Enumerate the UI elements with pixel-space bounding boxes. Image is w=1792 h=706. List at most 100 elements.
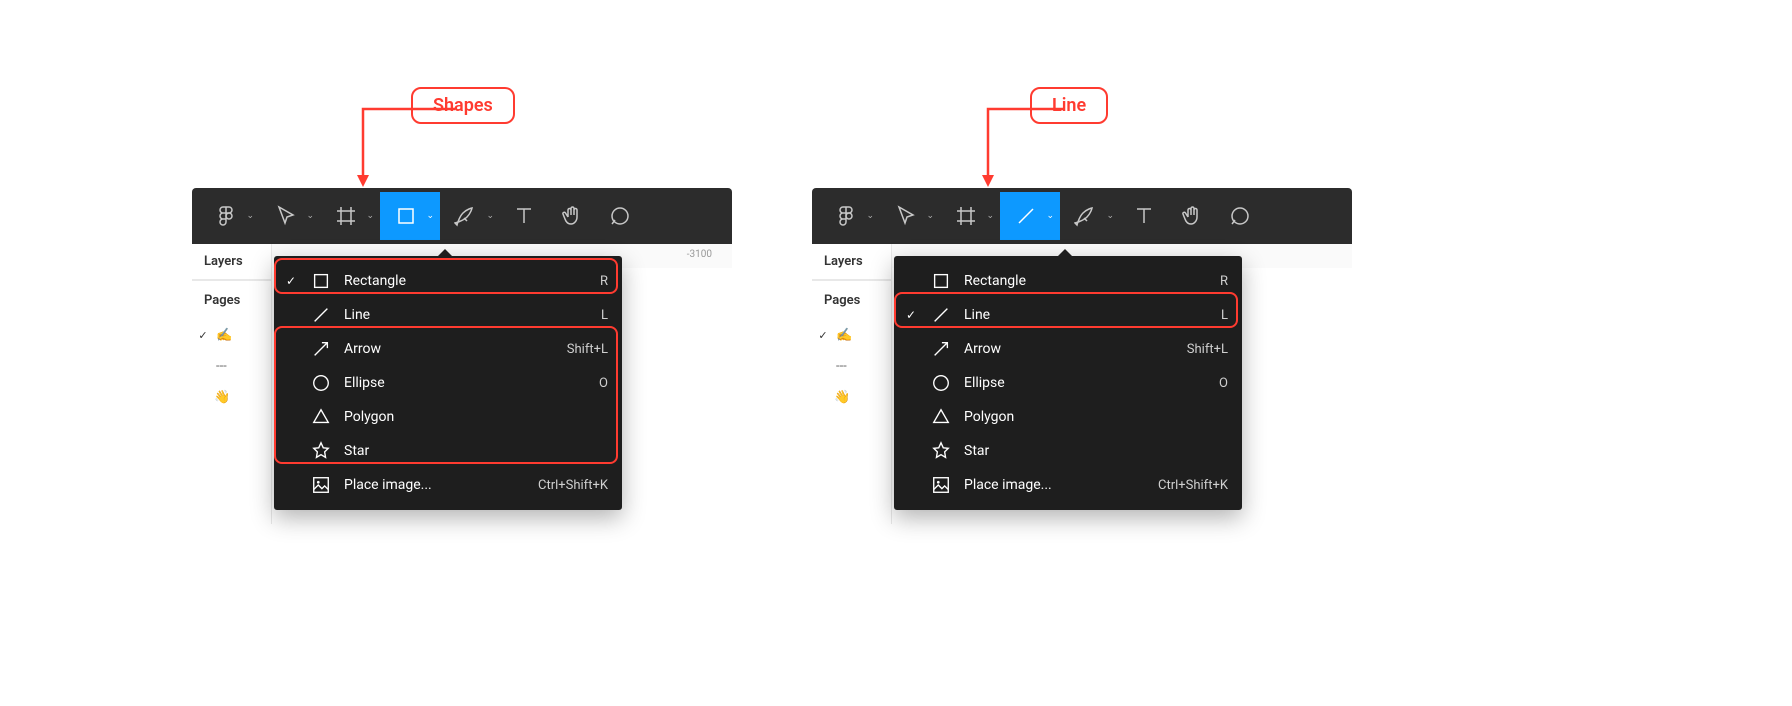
menu-item-label: Ellipse bbox=[344, 375, 587, 391]
shape-menu-item-star[interactable]: Star bbox=[894, 434, 1242, 468]
shape-menu-item-arrow[interactable]: ArrowShift+L bbox=[894, 332, 1242, 366]
line-icon bbox=[930, 304, 952, 326]
star-icon bbox=[930, 440, 952, 462]
menu-item-shortcut: R bbox=[1220, 274, 1228, 289]
line-icon bbox=[1014, 204, 1038, 228]
chevron-down-icon: ⌄ bbox=[866, 211, 874, 221]
shape-tool-button[interactable]: ⌄ bbox=[1000, 192, 1060, 240]
chevron-down-icon: ⌄ bbox=[246, 211, 254, 221]
move-tool-button[interactable]: ⌄ bbox=[260, 192, 320, 240]
text-tool-button[interactable] bbox=[500, 192, 548, 240]
polygon-icon bbox=[930, 406, 952, 428]
shape-menu-item-ellipse[interactable]: Ellipse O bbox=[274, 366, 622, 400]
image-icon bbox=[310, 474, 332, 496]
figma-screenshot-right: ⌄ ⌄ ⌄ ⌄ ⌄ Layers Pages bbox=[812, 188, 1352, 524]
shape-menu-item-ellipse[interactable]: Ellipse O bbox=[894, 366, 1242, 400]
menu-item-shortcut: Ctrl+Shift+K bbox=[1158, 478, 1228, 493]
frame-tool-button[interactable]: ⌄ bbox=[320, 192, 380, 240]
arrow-icon bbox=[930, 338, 952, 360]
hand-tool-button[interactable] bbox=[548, 192, 596, 240]
menu-item-label: Ellipse bbox=[964, 375, 1207, 391]
checkmark-icon: ✓ bbox=[196, 329, 210, 342]
figma-menu-button[interactable]: ⌄ bbox=[820, 192, 880, 240]
menu-item-label: Polygon bbox=[964, 409, 1216, 425]
checkmark-icon: ✓ bbox=[284, 274, 298, 288]
figma-screenshot-left: ⌄ ⌄ ⌄ ⌄ ⌄ Layers Pages bbox=[192, 188, 732, 524]
pen-icon bbox=[1074, 204, 1098, 228]
chevron-down-icon: ⌄ bbox=[926, 211, 934, 221]
shape-menu-item-image[interactable]: Place image...Ctrl+Shift+K bbox=[274, 468, 622, 502]
hand-tool-button[interactable] bbox=[1168, 192, 1216, 240]
rectangle-icon bbox=[394, 204, 418, 228]
layers-tab[interactable]: Layers bbox=[812, 244, 891, 280]
chevron-down-icon: ⌄ bbox=[1106, 211, 1114, 221]
shape-menu-item-polygon[interactable]: Polygon bbox=[894, 400, 1242, 434]
frame-icon bbox=[334, 204, 358, 228]
menu-item-label: Arrow bbox=[344, 341, 555, 357]
annotation-shapes: Shapes bbox=[411, 87, 515, 124]
move-tool-button[interactable]: ⌄ bbox=[880, 192, 940, 240]
page-emoji-icon: ✍️ bbox=[836, 328, 852, 343]
comment-tool-button[interactable] bbox=[1216, 192, 1264, 240]
shape-menu-item-image[interactable]: Place image... Ctrl+Shift+K bbox=[894, 468, 1242, 502]
figma-menu-button[interactable]: ⌄ bbox=[200, 192, 260, 240]
hand-icon bbox=[1180, 204, 1204, 228]
text-icon bbox=[1132, 204, 1156, 228]
pen-icon bbox=[454, 204, 478, 228]
layers-panel: Layers Pages ✓ ✍️ --- 👋 bbox=[812, 244, 892, 524]
rectangle-icon bbox=[930, 270, 952, 292]
checkmark-icon: ✓ bbox=[904, 308, 918, 322]
page-item[interactable]: 👋 bbox=[192, 382, 271, 413]
page-item[interactable]: ✓ ✍️ bbox=[192, 320, 271, 351]
line-icon bbox=[310, 304, 332, 326]
cursor-icon bbox=[274, 204, 298, 228]
shape-dropdown: RectangleR✓LineLArrowShift+L Ellipse O Poly… bbox=[894, 256, 1242, 510]
chevron-down-icon: ⌄ bbox=[306, 211, 314, 221]
page-emoji-icon: 👋 bbox=[834, 390, 850, 405]
menu-item-label: Star bbox=[344, 443, 596, 459]
shape-menu-item-arrow[interactable]: ArrowShift+L bbox=[274, 332, 622, 366]
shape-menu-item-rectangle[interactable]: RectangleR bbox=[894, 264, 1242, 298]
hand-icon bbox=[560, 204, 584, 228]
page-emoji-icon: ✍️ bbox=[216, 328, 232, 343]
comment-icon bbox=[608, 204, 632, 228]
checkmark-icon: ✓ bbox=[816, 329, 830, 342]
page-item[interactable]: 👋 bbox=[812, 382, 891, 413]
arrow-svg bbox=[335, 101, 465, 191]
toolbar: ⌄ ⌄ ⌄ ⌄ ⌄ bbox=[192, 188, 732, 244]
toolbar: ⌄ ⌄ ⌄ ⌄ ⌄ bbox=[812, 188, 1352, 244]
shape-menu-item-rectangle[interactable]: ✓RectangleR bbox=[274, 264, 622, 298]
menu-item-shortcut: O bbox=[599, 376, 608, 391]
pages-section-label[interactable]: Pages bbox=[192, 280, 271, 320]
menu-item-label: Place image... bbox=[964, 477, 1146, 493]
shape-menu-item-star[interactable]: Star bbox=[274, 434, 622, 468]
shape-menu-item-polygon[interactable]: Polygon bbox=[274, 400, 622, 434]
page-divider-item[interactable]: --- bbox=[812, 351, 891, 382]
chevron-down-icon: ⌄ bbox=[426, 211, 434, 221]
page-divider-item[interactable]: --- bbox=[192, 351, 271, 382]
shape-tool-button[interactable]: ⌄ bbox=[380, 192, 440, 240]
shape-menu-item-line[interactable]: ✓LineL bbox=[894, 298, 1242, 332]
menu-item-label: Polygon bbox=[344, 409, 596, 425]
menu-item-label: Arrow bbox=[964, 341, 1175, 357]
chevron-down-icon: ⌄ bbox=[366, 211, 374, 221]
menu-item-shortcut: O bbox=[1219, 376, 1228, 391]
pen-tool-button[interactable]: ⌄ bbox=[440, 192, 500, 240]
frame-tool-button[interactable]: ⌄ bbox=[940, 192, 1000, 240]
menu-item-shortcut: Ctrl+Shift+K bbox=[538, 478, 608, 493]
ruler-tick: -3100 bbox=[687, 249, 712, 260]
cursor-icon bbox=[894, 204, 918, 228]
page-item[interactable]: ✓ ✍️ bbox=[812, 320, 891, 351]
pages-section-label[interactable]: Pages bbox=[812, 280, 891, 320]
comment-tool-button[interactable] bbox=[596, 192, 644, 240]
layers-tab[interactable]: Layers bbox=[192, 244, 271, 280]
annotation-line: Line bbox=[1030, 87, 1108, 124]
arrow-svg bbox=[964, 101, 1074, 191]
chevron-down-icon: ⌄ bbox=[1046, 211, 1054, 221]
shape-menu-item-line[interactable]: LineL bbox=[274, 298, 622, 332]
ellipse-icon bbox=[310, 372, 332, 394]
text-tool-button[interactable] bbox=[1120, 192, 1168, 240]
rectangle-icon bbox=[310, 270, 332, 292]
shape-dropdown: ✓RectangleRLineLArrowShift+L Ellipse O Poly… bbox=[274, 256, 622, 510]
pen-tool-button[interactable]: ⌄ bbox=[1060, 192, 1120, 240]
